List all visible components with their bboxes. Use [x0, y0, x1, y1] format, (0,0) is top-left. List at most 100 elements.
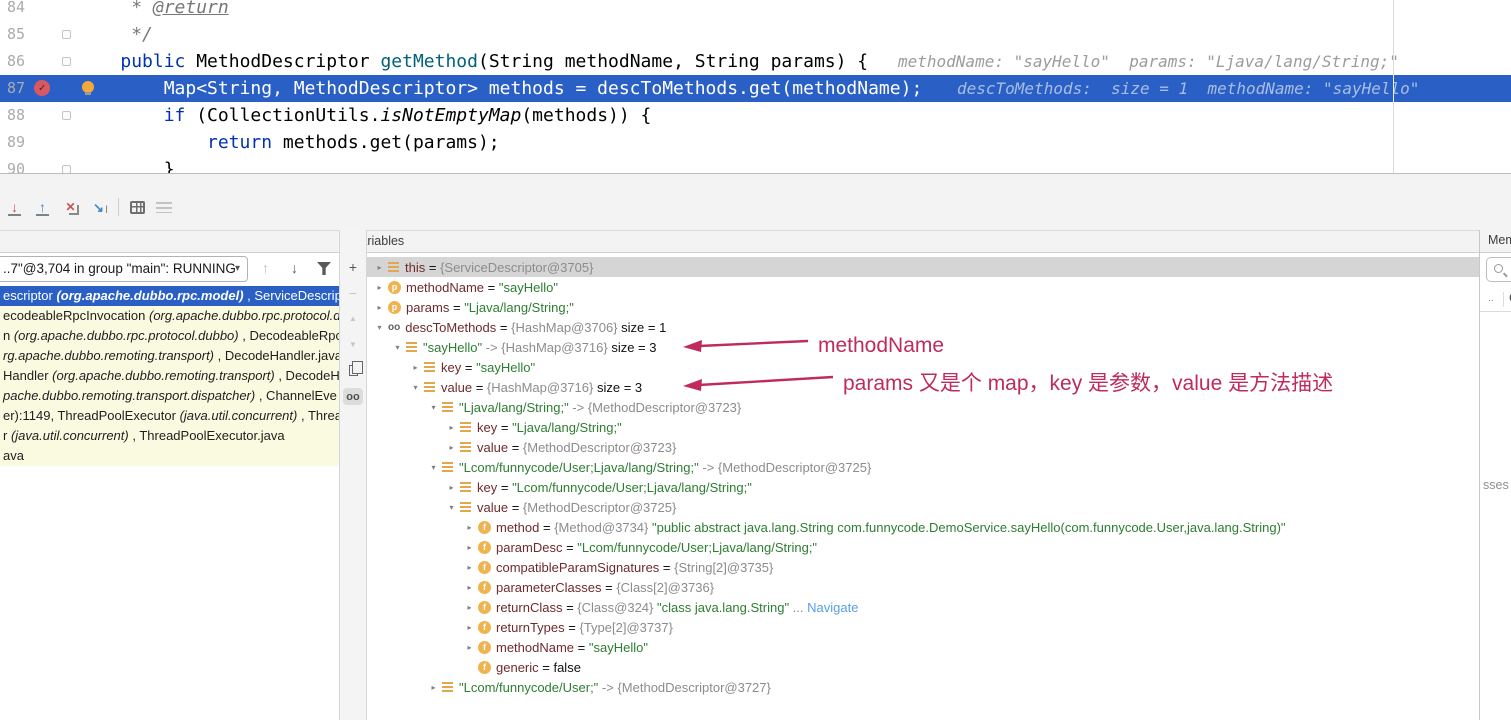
chevron-collapsed-icon[interactable]: ▸: [427, 683, 440, 692]
variable-row[interactable]: fgeneric = false: [367, 657, 1479, 677]
chevron-collapsed-icon[interactable]: ▸: [445, 483, 458, 492]
variable-row[interactable]: ▸key = "Ljava/lang/String;": [367, 417, 1479, 437]
variable-value: size = 3: [611, 340, 656, 355]
code-text: }: [77, 156, 175, 173]
chevron-collapsed-icon[interactable]: ▸: [445, 443, 458, 452]
fold-marker-icon[interactable]: [62, 165, 71, 173]
chevron-down-icon: ▾: [235, 257, 240, 281]
next-frame-icon[interactable]: ↓: [291, 260, 298, 276]
layout-settings-icon[interactable]: [156, 202, 172, 213]
variable-value: false: [553, 660, 580, 675]
thread-row: ..7"@3,704 in group "main": RUNNING ▾ ↑ ↓: [0, 253, 339, 286]
chevron-expanded-icon[interactable]: ▾: [427, 463, 440, 472]
chevron-collapsed-icon[interactable]: ▸: [409, 363, 422, 372]
stack-frame[interactable]: n (org.apache.dubbo.rpc.protocol.dubbo) …: [0, 326, 339, 346]
variable-row[interactable]: ▸value = {MethodDescriptor@3723}: [367, 437, 1479, 457]
variable-row[interactable]: ▸"Lcom/funnycode/User;" -> {MethodDescri…: [367, 677, 1479, 697]
intention-bulb-icon[interactable]: [82, 81, 94, 93]
parameter-icon: p: [388, 301, 401, 314]
chevron-collapsed-icon[interactable]: ▸: [463, 523, 476, 532]
code-line-84[interactable]: 84 * @return: [0, 0, 1511, 21]
force-step-into-icon[interactable]: ↓: [6, 199, 23, 216]
drop-frame-icon[interactable]: ✕: [62, 199, 79, 216]
variable-row[interactable]: ▾ "Lcom/funnycode/User;Ljava/lang/String;…: [367, 457, 1479, 477]
object-icon: [460, 422, 471, 433]
stack-frame[interactable]: pache.dubbo.remoting.transport.dispatche…: [0, 386, 339, 406]
variable-row[interactable]: ▸pmethodName = "sayHello": [367, 277, 1479, 297]
variable-row[interactable]: ▸freturnTypes = {Type[2]@3737}: [367, 617, 1479, 637]
variable-row[interactable]: ▾value = {MethodDescriptor@3725}: [367, 497, 1479, 517]
variable-name: value: [441, 380, 472, 395]
tab-memory[interactable]: Memory: [1480, 230, 1511, 253]
stack-frame[interactable]: ava: [0, 446, 339, 466]
stack-frame[interactable]: ecodeableRpcInvocation (org.apache.dubbo…: [0, 306, 339, 326]
code-line-85[interactable]: 85 */: [0, 21, 1511, 48]
chevron-collapsed-icon[interactable]: ▸: [373, 303, 386, 312]
variable-row[interactable]: ▸this = {ServiceDescriptor@3705}: [367, 257, 1479, 277]
variable-row[interactable]: ▸fmethodName = "sayHello": [367, 637, 1479, 657]
memory-column-headers[interactable]: .. Class: [1480, 288, 1511, 312]
line-number: 89: [7, 129, 25, 156]
object-icon: [388, 262, 399, 273]
run-to-cursor-icon[interactable]: ↘: [90, 199, 107, 216]
copy-value-icon[interactable]: [343, 362, 363, 379]
variable-row[interactable]: ▸freturnClass = {Class@324} "class java.…: [367, 597, 1479, 617]
hide-frames-filter-icon[interactable]: [317, 262, 331, 275]
thread-selector[interactable]: ..7"@3,704 in group "main": RUNNING ▾: [0, 256, 248, 282]
variable-value: size = 3: [597, 380, 642, 395]
fold-marker-icon[interactable]: [62, 111, 71, 120]
variable-value: =: [497, 420, 512, 435]
chevron-collapsed-icon[interactable]: ▸: [463, 603, 476, 612]
chevron-collapsed-icon[interactable]: ▸: [463, 543, 476, 552]
show-watches-icon[interactable]: oo: [343, 388, 363, 405]
chevron-collapsed-icon[interactable]: ▸: [463, 643, 476, 652]
new-watch-icon[interactable]: +: [343, 258, 363, 275]
remove-watch-icon[interactable]: −: [343, 284, 363, 301]
code-line-87[interactable]: 87✓ Map<String, MethodDescriptor> method…: [0, 75, 1511, 102]
chevron-collapsed-icon[interactable]: ▸: [373, 283, 386, 292]
variable-row[interactable]: ▸key = "Lcom/funnycode/User;Ljava/lang/S…: [367, 477, 1479, 497]
chevron-expanded-icon[interactable]: ▾: [391, 343, 404, 352]
code-editor[interactable]: 84 * @return85 */86 public MethodDescrip…: [0, 0, 1511, 173]
stack-frame[interactable]: escriptor (org.apache.dubbo.rpc.model) ,…: [0, 286, 339, 306]
stack-frame[interactable]: rg.apache.dubbo.remoting.transport) , De…: [0, 346, 339, 366]
fold-marker-icon[interactable]: [62, 57, 71, 66]
stack-frame[interactable]: Handler (org.apache.dubbo.remoting.trans…: [0, 366, 339, 386]
step-out-icon[interactable]: ↑: [34, 199, 51, 216]
code-line-89[interactable]: 89 return methods.get(params);: [0, 129, 1511, 156]
chevron-expanded-icon[interactable]: ▾: [373, 323, 386, 332]
variable-value: "sayHello": [589, 640, 648, 655]
variable-row[interactable]: ▸fparameterClasses = {Class[2]@3736}: [367, 577, 1479, 597]
chevron-collapsed-icon[interactable]: ▸: [373, 263, 386, 272]
variable-value: =: [508, 440, 523, 455]
chevron-collapsed-icon[interactable]: ▸: [463, 563, 476, 572]
variable-row[interactable]: ▸fparamDesc = "Lcom/funnycode/User;Ljava…: [367, 537, 1479, 557]
stack-frame[interactable]: er):1149, ThreadPoolExecutor (java.util.…: [0, 406, 339, 426]
variable-row[interactable]: ▸pparams = "Ljava/lang/String;": [367, 297, 1479, 317]
previous-frame-icon[interactable]: ↑: [262, 260, 269, 276]
chevron-expanded-icon[interactable]: ▾: [409, 383, 422, 392]
navigate-link[interactable]: Navigate: [807, 600, 858, 615]
variable-value: {Class@324}: [577, 600, 657, 615]
breakpoint-icon[interactable]: ✓: [34, 80, 50, 96]
variable-value: {Class[2]@3736}: [616, 580, 714, 595]
code-line-86[interactable]: 86 public MethodDescriptor getMethod(Str…: [0, 48, 1511, 75]
chevron-expanded-icon[interactable]: ▾: [427, 403, 440, 412]
chevron-expanded-icon[interactable]: ▾: [445, 503, 458, 512]
variable-row[interactable]: ▸fmethod = {Method@3734} "public abstrac…: [367, 517, 1479, 537]
evaluate-expression-icon[interactable]: [130, 201, 145, 214]
fold-marker-icon[interactable]: [62, 30, 71, 39]
variable-row[interactable]: ▾"Ljava/lang/String;" -> {MethodDescript…: [367, 397, 1479, 417]
chevron-collapsed-icon[interactable]: ▸: [463, 583, 476, 592]
variable-name: key: [477, 480, 497, 495]
move-watch-down-icon[interactable]: ▼: [343, 336, 363, 353]
chevron-collapsed-icon[interactable]: ▸: [445, 423, 458, 432]
memory-search-input[interactable]: [1486, 257, 1511, 282]
chevron-collapsed-icon[interactable]: ▸: [463, 623, 476, 632]
code-line-88[interactable]: 88 if (CollectionUtils.isNotEmptyMap(met…: [0, 102, 1511, 129]
code-line-90[interactable]: 90 }: [0, 156, 1511, 173]
move-watch-up-icon[interactable]: ▲: [343, 310, 363, 327]
variable-name: "Lcom/funnycode/User;Ljava/lang/String;": [459, 460, 699, 475]
variable-row[interactable]: ▸fcompatibleParamSignatures = {String[2]…: [367, 557, 1479, 577]
stack-frame[interactable]: r (java.util.concurrent) , ThreadPoolExe…: [0, 426, 339, 446]
